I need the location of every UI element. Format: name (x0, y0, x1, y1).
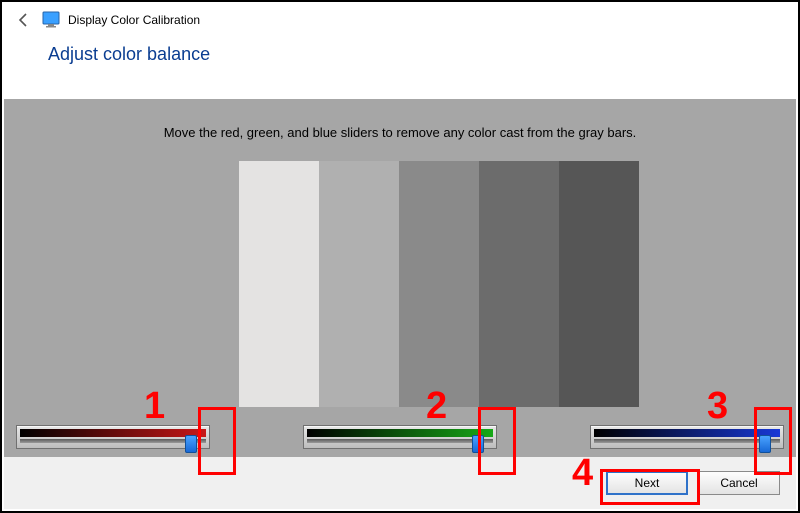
back-icon[interactable] (14, 10, 34, 30)
workzone: Move the red, green, and blue sliders to… (4, 99, 796, 459)
annotation-number-3: 3 (707, 385, 728, 428)
instruction-text: Move the red, green, and blue sliders to… (4, 99, 796, 140)
window-frame: Display Color Calibration Adjust color b… (0, 0, 800, 513)
gray-bar-2 (319, 161, 399, 407)
header: Display Color Calibration Adjust color b… (2, 2, 798, 97)
annotation-box-1 (198, 407, 236, 475)
red-thumb[interactable] (185, 435, 197, 453)
red-gradient-icon (20, 429, 206, 437)
app-icon (42, 11, 60, 29)
sliders-row (16, 425, 784, 449)
blue-track (594, 439, 780, 443)
green-track (307, 439, 493, 443)
green-slider[interactable] (303, 425, 497, 449)
blue-gradient-icon (594, 429, 780, 437)
annotation-number-2: 2 (426, 385, 447, 428)
annotation-box-4 (600, 469, 700, 505)
page-heading: Adjust color balance (2, 34, 798, 77)
gray-bar-3 (399, 161, 479, 407)
window-title: Display Color Calibration (68, 13, 200, 27)
gray-bar-1 (239, 161, 319, 407)
annotation-number-1: 1 (144, 385, 165, 428)
gray-bar-4 (479, 161, 559, 407)
gray-bars (239, 161, 639, 407)
gray-bar-5 (559, 161, 639, 407)
green-gradient-icon (307, 429, 493, 437)
title-bar: Display Color Calibration (2, 2, 798, 34)
red-track (20, 439, 206, 443)
annotation-box-3 (754, 407, 792, 475)
red-slider[interactable] (16, 425, 210, 449)
annotation-number-4: 4 (572, 452, 593, 495)
annotation-box-2 (478, 407, 516, 475)
